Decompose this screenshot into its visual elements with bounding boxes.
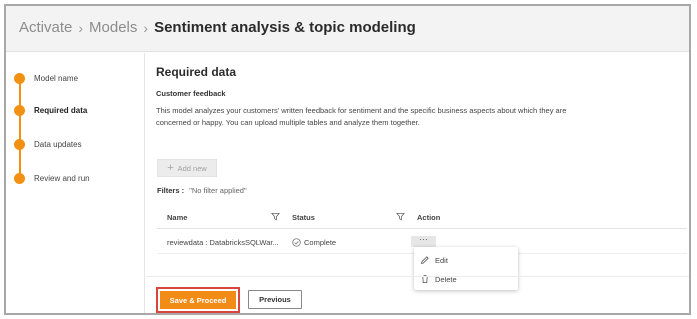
page-title: Sentiment analysis & topic modeling (154, 19, 416, 36)
step-complete-icon (14, 139, 25, 150)
add-new-label: Add new (177, 163, 207, 173)
step-complete-icon (14, 73, 25, 84)
section-title: Required data (156, 65, 237, 79)
column-header-name[interactable]: Name (167, 213, 187, 222)
header: Activate › Models › Sentiment analysis &… (6, 6, 689, 52)
check-circle-icon (292, 238, 301, 247)
more-actions-button[interactable]: ··· (411, 235, 436, 247)
footer-divider (146, 276, 689, 277)
step-label: Required data (34, 106, 88, 115)
breadcrumb: Activate › Models › Sentiment analysis &… (19, 19, 416, 36)
step-data-updates[interactable]: Data updates (14, 139, 82, 150)
filters-value: "No filter applied" (189, 186, 247, 195)
step-model-name[interactable]: Model name (14, 73, 78, 84)
chevron-right-icon: › (78, 19, 84, 36)
table-header: Name Status Action (157, 203, 687, 229)
menu-item-label: Edit (435, 255, 448, 265)
menu-item-edit[interactable]: Edit (420, 255, 448, 265)
section-description: This model analyzes your customers' writ… (156, 106, 567, 127)
section-subtitle: Customer feedback (156, 89, 226, 98)
step-progress-line (19, 75, 21, 176)
row-name: reviewdata : DatabricksSQLWar... (167, 238, 279, 247)
step-sidebar: Model name Required data Data updates Re… (6, 53, 145, 313)
filters-summary: Filters : "No filter applied" (157, 186, 247, 195)
step-label: Model name (34, 74, 79, 83)
step-label: Data updates (34, 140, 82, 149)
row-status: Complete (292, 238, 336, 247)
step-review-and-run[interactable]: Review and run (14, 173, 90, 184)
chevron-right-icon: › (143, 19, 149, 36)
step-label: Review and run (34, 174, 90, 183)
column-header-action: Action (417, 213, 441, 222)
column-header-status[interactable]: Status (292, 213, 315, 222)
filter-icon[interactable] (396, 212, 405, 221)
filter-icon[interactable] (271, 212, 280, 221)
pencil-icon (420, 256, 429, 265)
save-button-highlight: Save & Proceed (156, 287, 240, 313)
add-new-button[interactable]: + Add new (157, 159, 217, 177)
step-required-data[interactable]: Required data (14, 105, 87, 116)
action-menu: Edit Delete (414, 247, 518, 290)
breadcrumb-activate[interactable]: Activate (19, 19, 72, 36)
row-status-label: Complete (304, 238, 337, 247)
plus-icon: + (167, 162, 174, 174)
previous-button[interactable]: Previous (248, 290, 302, 309)
filters-label: Filters : (157, 186, 185, 195)
app-window: Activate › Models › Sentiment analysis &… (4, 4, 691, 315)
step-complete-icon (14, 173, 25, 184)
save-and-proceed-button[interactable]: Save & Proceed (160, 291, 236, 309)
step-complete-icon (14, 105, 25, 116)
breadcrumb-models[interactable]: Models (89, 19, 137, 36)
